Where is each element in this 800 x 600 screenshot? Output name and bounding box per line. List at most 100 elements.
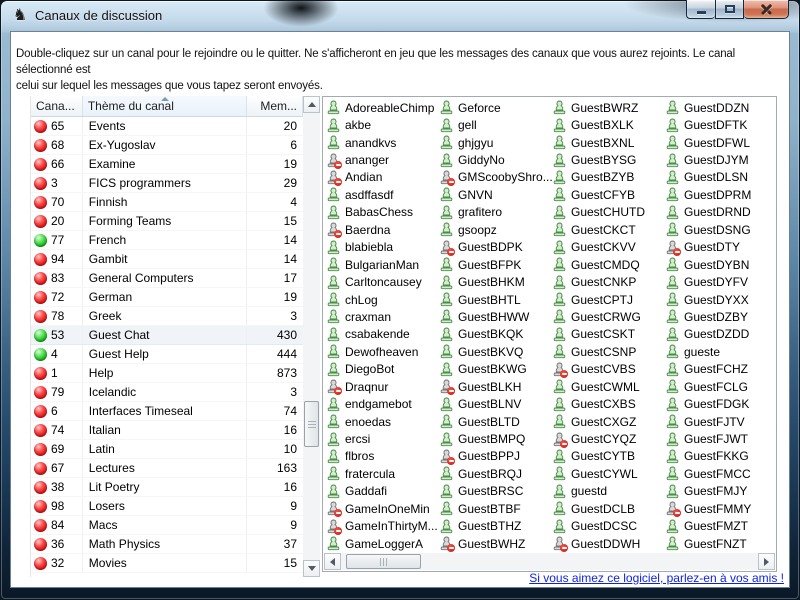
user-list-item[interactable]: DiegoBot — [325, 361, 438, 378]
user-list-item[interactable]: guestd — [551, 483, 664, 500]
user-list-item[interactable]: GuestBRSC — [438, 483, 551, 500]
user-list-item[interactable]: GuestBKQK — [438, 326, 551, 343]
user-list-item[interactable]: GuestBHTL — [438, 291, 551, 308]
user-list-item[interactable]: flbros — [325, 448, 438, 465]
user-list-item[interactable]: ghjgyu — [438, 134, 551, 151]
user-list-item[interactable]: GuestBXLK — [551, 116, 664, 133]
user-list-item[interactable]: GuestBTBF — [438, 500, 551, 517]
user-list-item[interactable]: GuestDCLB — [551, 500, 664, 517]
user-list-item[interactable]: GuestBTHZ — [438, 518, 551, 535]
user-list-item[interactable]: GuestDJYM — [664, 151, 775, 168]
channel-row[interactable]: 72 German 19 — [31, 288, 303, 307]
user-list-item[interactable]: craxman — [325, 308, 438, 325]
channel-row[interactable]: 1 Help 873 — [31, 364, 303, 383]
user-list-item[interactable]: GuestBLTD — [438, 413, 551, 430]
channel-row[interactable]: 74 Italian 16 — [31, 421, 303, 440]
user-list-item[interactable]: GuestDYXX — [664, 291, 775, 308]
channel-row[interactable]: 98 Losers 9 — [31, 497, 303, 516]
user-list-item[interactable]: GuestDPRM — [664, 186, 775, 203]
user-list-item[interactable]: GuestCVBS — [551, 361, 664, 378]
user-list-item[interactable]: GameInOneMin — [325, 500, 438, 517]
user-list-item[interactable]: chLog — [325, 291, 438, 308]
vertical-scroll-track[interactable] — [303, 113, 320, 560]
user-list-item[interactable]: GuestCFYB — [551, 186, 664, 203]
channel-row[interactable]: 67 Lectures 163 — [31, 459, 303, 478]
user-list-item[interactable]: GuestFMMY — [664, 500, 775, 517]
channel-row[interactable]: 4 Guest Help 444 — [31, 345, 303, 364]
channels-vertical-scrollbar[interactable] — [303, 96, 320, 577]
user-list-item[interactable]: asdffasdf — [325, 186, 438, 203]
user-list-item[interactable]: GuestFDGK — [664, 395, 775, 412]
user-list-item[interactable]: akbe — [325, 116, 438, 133]
user-list-item[interactable]: GuestBPPJ — [438, 448, 551, 465]
user-list-item[interactable]: GuestCXBS — [551, 395, 664, 412]
user-list-item[interactable]: GuestDDWH — [551, 535, 664, 552]
user-list-item[interactable]: Draqnur — [325, 378, 438, 395]
channel-row[interactable]: 84 Macs 9 — [31, 516, 303, 535]
user-list-item[interactable]: AdoreableChimp — [325, 99, 438, 116]
user-list-item[interactable]: GuestBZYB — [551, 169, 664, 186]
user-list-item[interactable]: GameInThirtyM... — [325, 518, 438, 535]
user-list-item[interactable]: endgamebot — [325, 395, 438, 412]
user-list-item[interactable]: GuestDLSN — [664, 169, 775, 186]
user-list-item[interactable]: GuestDFWL — [664, 134, 775, 151]
user-list-item[interactable]: ananger — [325, 151, 438, 168]
user-list-item[interactable]: ercsi — [325, 430, 438, 447]
user-list-item[interactable]: GuestBFPK — [438, 256, 551, 273]
user-list-item[interactable]: gell — [438, 116, 551, 133]
user-list-item[interactable]: GuestBHKM — [438, 273, 551, 290]
user-list-item[interactable]: GuestCYWL — [551, 465, 664, 482]
user-list-item[interactable]: Andian — [325, 169, 438, 186]
user-list-item[interactable]: GuestFNZT — [664, 535, 775, 552]
user-list-item[interactable]: GuestBKVQ — [438, 343, 551, 360]
user-list-item[interactable]: GuestBMPQ — [438, 430, 551, 447]
channel-row[interactable]: 77 French 14 — [31, 231, 303, 250]
user-list-item[interactable]: GuestFCLG — [664, 378, 775, 395]
user-list-item[interactable]: GNVN — [438, 186, 551, 203]
user-list-item[interactable]: GuestDDZN — [664, 99, 775, 116]
user-list-item[interactable]: GuestCHUTD — [551, 204, 664, 221]
user-list-item[interactable]: GuestFJWT — [664, 430, 775, 447]
user-list-item[interactable]: anandkvs — [325, 134, 438, 151]
user-list-item[interactable]: GiddyNo — [438, 151, 551, 168]
maximize-button[interactable] — [715, 0, 744, 19]
user-list-item[interactable]: GuestDCSC — [551, 518, 664, 535]
user-list-item[interactable]: enoedas — [325, 413, 438, 430]
user-list-item[interactable]: GuestCKVV — [551, 239, 664, 256]
channel-row[interactable]: 78 Greek 3 — [31, 307, 303, 326]
user-list-item[interactable]: gsoopz — [438, 221, 551, 238]
user-list-item[interactable]: blabiebla — [325, 239, 438, 256]
close-button[interactable] — [744, 0, 789, 19]
user-list-item[interactable]: GuestCMDQ — [551, 256, 664, 273]
user-list-item[interactable]: GuestBRQJ — [438, 465, 551, 482]
user-list-item[interactable]: Gaddafi — [325, 483, 438, 500]
user-list-item[interactable]: Baerdna — [325, 221, 438, 238]
channel-row[interactable]: 68 Ex-Yugoslav 6 — [31, 136, 303, 155]
channel-row[interactable]: 70 Finnish 4 — [31, 193, 303, 212]
user-list-item[interactable]: GuestCYQZ — [551, 430, 664, 447]
horizontal-scroll-thumb[interactable] — [346, 554, 421, 569]
vertical-scroll-thumb[interactable] — [304, 401, 319, 447]
user-list-item[interactable]: GuestBYSG — [551, 151, 664, 168]
channel-row[interactable]: 79 Icelandic 3 — [31, 383, 303, 402]
user-list-item[interactable]: GuestBLNV — [438, 395, 551, 412]
channel-row[interactable]: 6 Interfaces Timeseal 74 — [31, 402, 303, 421]
user-list-item[interactable]: GuestDYFV — [664, 273, 775, 290]
channel-row[interactable]: 94 Gambit 14 — [31, 250, 303, 269]
user-list-item[interactable]: GameLoggerA — [325, 535, 438, 552]
user-list-item[interactable]: GuestDFTK — [664, 116, 775, 133]
user-list-item[interactable]: GuestFMCC — [664, 465, 775, 482]
user-list-item[interactable]: GuestBDPK — [438, 239, 551, 256]
user-list-item[interactable]: GuestFJTV — [664, 413, 775, 430]
header-canal[interactable]: Cana... — [31, 96, 83, 116]
user-list-item[interactable]: GuestCWML — [551, 378, 664, 395]
user-list-item[interactable]: GuestCSNP — [551, 343, 664, 360]
user-list-item[interactable]: GuestBKWG — [438, 361, 551, 378]
scroll-up-button[interactable] — [303, 96, 320, 113]
user-list-item[interactable]: GuestCPTJ — [551, 291, 664, 308]
user-list-item[interactable]: GuestFCHZ — [664, 361, 775, 378]
channel-row[interactable]: 66 Examine 19 — [31, 155, 303, 174]
user-list-item[interactable]: GuestCXGZ — [551, 413, 664, 430]
user-list-item[interactable]: BulgarianMan — [325, 256, 438, 273]
user-list-item[interactable]: GuestDZBY — [664, 308, 775, 325]
